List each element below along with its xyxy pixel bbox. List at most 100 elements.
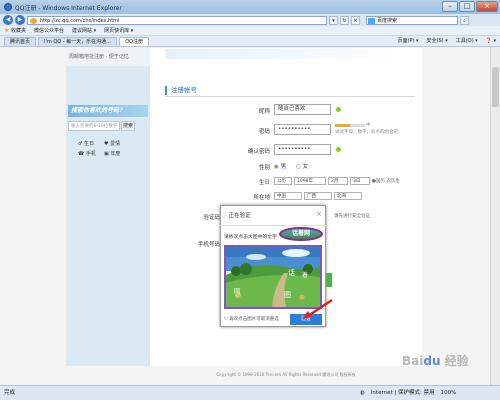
loading-icon: ◌ [222, 213, 227, 219]
birth-year-select[interactable]: 1998年 [294, 177, 326, 185]
sidebar-link-label: 手机 [85, 151, 96, 157]
radio-unchecked-icon: ○ [296, 164, 301, 170]
calendar-hint: ●国历 农历生 [372, 179, 400, 184]
status-text: 完成 [4, 390, 16, 396]
section-title: 注册帐号 [165, 83, 415, 97]
captcha-label: 验证码 [203, 215, 220, 221]
side-indicator [326, 273, 332, 287]
country-select[interactable]: 中国 [274, 192, 302, 200]
birthday-label: 生日 [258, 180, 270, 186]
sidebar-link-year[interactable]: ▣ 年度 [104, 150, 120, 157]
radio-checked-icon: ◉ [274, 164, 279, 170]
favorites-button[interactable]: ★ 收藏夹 [4, 27, 26, 34]
calendar-type-select[interactable]: 公历 [274, 177, 292, 185]
ie-logo-icon [4, 3, 12, 11]
status-bar: 完成 ◍ Internet | 保护模式: 禁用 100% [0, 385, 500, 400]
captcha-footer: ↻ 再次点击图片可取消重选 [224, 316, 279, 322]
check-icon [336, 147, 341, 152]
search-icon[interactable]: ⌕ [460, 15, 469, 25]
number-search-button[interactable]: 搜索 [121, 121, 135, 131]
confirm-password-label: 确认密码 [247, 149, 270, 155]
copyright-text: Copyright © 1998-2016 Tencent All Rights… [216, 372, 356, 377]
svg-text:着: 着 [302, 271, 308, 279]
svg-text:话: 话 [288, 268, 295, 277]
site-favicon-icon [30, 17, 37, 24]
sidebar-link-label: 生日 [84, 141, 95, 147]
password-strength-bar [335, 124, 365, 127]
sidebar-link-birthday[interactable]: ♂ 生日 [78, 140, 94, 147]
captcha-title: 正在验证 [228, 213, 251, 219]
captcha-prompt: 请依次点击大图中的文字 [224, 235, 277, 240]
favorites-item[interactable]: 微信公众平台 [34, 27, 64, 34]
globe-icon: ◍ [360, 390, 365, 396]
location-label: 所在地 [253, 195, 270, 201]
favorites-item[interactable]: 建议网站 ▾ [72, 27, 96, 34]
birth-month-select[interactable]: 2月 [328, 177, 348, 185]
close-button[interactable]: × [476, 1, 498, 12]
confirm-password-input[interactable]: •••••••••• [274, 144, 331, 155]
divider [220, 225, 326, 226]
number-search-input[interactable]: 输入您要的6-10位数字 [68, 121, 120, 131]
captcha-hint: 请先进行安全验证 [334, 214, 370, 219]
command-bar: 页面(P) ▾ 安全(S) ▾ 工具(O) ▾ ❓ ▾ [398, 37, 496, 46]
tab-tencent-home[interactable]: 腾讯首页 [4, 37, 37, 46]
refresh-icon[interactable]: ↻ [224, 317, 228, 322]
password-strength-text: 中 [366, 123, 371, 128]
nickname-input[interactable]: 随自已喜欢 [274, 104, 331, 115]
vertical-scrollbar[interactable] [490, 47, 500, 385]
password-hint: 试试字母，数字，标点的组合吧 [335, 130, 398, 135]
gender-label: 性别 [258, 165, 270, 171]
window-controls: – □ × [442, 1, 498, 12]
sidebar-link-phone[interactable]: ☎ 手机 [78, 150, 96, 157]
watermark-logo: Baidu 经验 [402, 354, 469, 368]
captcha-target-word: 话着网 [279, 227, 323, 241]
address-input[interactable]: http://zc.qq.com/chs/index.html [27, 15, 327, 25]
address-toolbar: ◀ ▶ http://zc.qq.com/chs/index.html ▾ ↻ … [0, 14, 500, 26]
tab-im-qq[interactable]: I'm QQ - 每一天，乐在沟通… [38, 37, 118, 46]
dropdown-icon[interactable]: ▾ [329, 15, 338, 25]
tools-menu[interactable]: 工具(O) ▾ [456, 37, 478, 46]
status-right: ◍ Internet | 保护模式: 禁用 100% [360, 386, 500, 400]
sidebar-link-love[interactable]: ♥ 爱情 [104, 140, 120, 147]
svg-text:图: 图 [284, 291, 291, 299]
forward-button[interactable]: ▶ [15, 15, 25, 25]
sidebar-promo: 搜索你喜欢的号码？ [68, 105, 148, 117]
window-title: QQ注册 - Windows Internet Explorer [15, 4, 122, 12]
tab-qq-register[interactable]: QQ注册 [119, 37, 150, 46]
gender-option-label: 男 [280, 164, 287, 170]
sidebar-link-label: 爱情 [110, 141, 121, 147]
safety-menu[interactable]: 安全(S) ▾ [427, 37, 448, 46]
help-menu[interactable]: ❓ ▾ [486, 37, 496, 46]
search-placeholder: 百度搜索 [377, 17, 398, 24]
sidebar [66, 48, 150, 366]
captcha-footer-text: 再次点击图片可取消重选 [229, 317, 279, 322]
search-provider-icon [368, 17, 375, 24]
favorites-item[interactable]: 网页快讯库 ▾ [104, 27, 133, 34]
back-button[interactable]: ◀ [3, 15, 13, 25]
favorites-label: 收藏夹 [10, 28, 26, 34]
minimize-button[interactable]: – [442, 1, 458, 12]
svg-text:网: 网 [234, 288, 240, 295]
gender-female-radio[interactable]: ○ 女 [296, 162, 308, 170]
top-banner [165, 49, 415, 59]
red-arrow-annotation [302, 298, 333, 319]
password-input[interactable]: •••••••••• [274, 124, 331, 135]
gender-male-radio[interactable]: ◉ 男 [274, 162, 286, 170]
page-menu[interactable]: 页面(P) ▾ [398, 37, 419, 46]
stop-icon[interactable]: ✕ [351, 15, 360, 25]
zone-text: Internet | 保护模式: 禁用 [370, 390, 435, 396]
search-input[interactable]: 百度搜索 [366, 15, 458, 25]
gender-option-label: 女 [302, 164, 309, 170]
city-select[interactable]: 北海 [334, 192, 362, 200]
scrollbar-thumb[interactable] [492, 67, 499, 107]
refresh-icon[interactable]: ↻ [340, 15, 349, 25]
popup-close-button[interactable]: × [316, 210, 322, 218]
province-select[interactable]: 广西 [304, 192, 332, 200]
nickname-label: 昵称 [258, 109, 270, 115]
password-label: 密码 [258, 129, 270, 135]
maximize-button[interactable]: □ [459, 1, 475, 12]
check-icon [336, 107, 341, 112]
zoom-level[interactable]: 100% [441, 386, 457, 400]
birth-day-select[interactable]: 3日 [350, 177, 370, 185]
captcha-header: ◌ 正在验证 [222, 211, 320, 219]
